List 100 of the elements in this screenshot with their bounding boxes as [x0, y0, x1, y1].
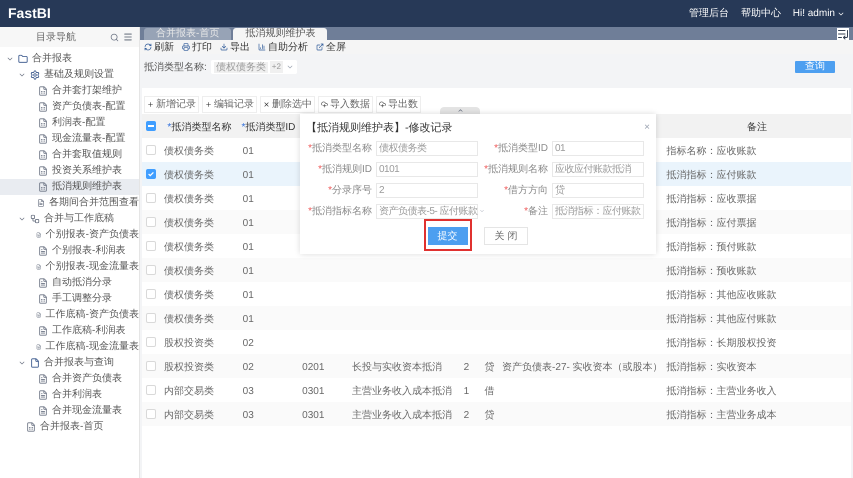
caret-icon[interactable]: [18, 71, 26, 79]
field-label: *抵消指标名称: [307, 204, 372, 218]
tree-item[interactable]: 合并套取值规则: [0, 147, 139, 163]
form-icon: [26, 422, 36, 432]
close-dialog-button[interactable]: 关 闭: [484, 227, 528, 245]
file-icon: [30, 358, 40, 368]
document-icon: [38, 246, 48, 256]
toolbar-button[interactable]: 导出: [220, 40, 250, 54]
checkbox[interactable]: [146, 121, 156, 131]
caret-icon[interactable]: [6, 55, 14, 63]
more-count: +2: [270, 61, 283, 73]
tag: 债权债务类: [214, 62, 268, 72]
search-icon[interactable]: [110, 32, 119, 42]
table-cell: 债权债务类: [164, 242, 214, 253]
document-icon: [38, 278, 48, 288]
tree-item[interactable]: 合并与工作底稿: [0, 211, 139, 227]
refresh-icon: [144, 43, 152, 51]
filter-label: 抵消类型名称:: [144, 60, 207, 74]
table-cell: 主营业务收入成本抵消: [352, 410, 452, 421]
tree-item[interactable]: 个别报表-资产负债表: [0, 227, 139, 243]
table-cell: 0301: [302, 386, 324, 397]
field-label: *抵消规则名称: [483, 162, 548, 176]
tree-item[interactable]: 合并利润表: [0, 387, 139, 403]
table-action-button[interactable]: 删除选中: [260, 96, 315, 112]
table-cell: 债权债务类: [164, 146, 214, 157]
table-cell: 债权债务类: [164, 194, 214, 205]
chevron-icon: [478, 208, 484, 214]
user-menu[interactable]: Hi! admin: [792, 6, 845, 21]
table-action-button[interactable]: 新增记录: [144, 96, 199, 112]
column-header: *抵消类型名称: [167, 122, 232, 133]
tab[interactable]: 抵消规则维护表: [233, 28, 328, 40]
toolbar-button[interactable]: 自助分析: [258, 40, 308, 54]
header-link[interactable]: 管理后台: [688, 6, 729, 21]
table-cell: 债权债务类: [164, 314, 214, 325]
plus-icon: [205, 100, 212, 108]
tree-item[interactable]: 投资关系维护表: [0, 163, 139, 179]
caret-icon: [456, 107, 464, 114]
table-action-button[interactable]: 导出数: [376, 96, 421, 112]
tree-item[interactable]: 利润表-配置: [0, 115, 139, 131]
table-cell: 抵消指标：其他应付账款: [666, 314, 777, 325]
table-action-button[interactable]: 编辑记录: [202, 96, 257, 112]
form-icon: [38, 294, 48, 304]
header-link[interactable]: 帮助中心: [740, 6, 781, 21]
toolbar-button[interactable]: 刷新: [144, 40, 174, 54]
toolbar-button[interactable]: 全屏: [316, 40, 346, 54]
tree-item[interactable]: 各期间合并范围查看: [0, 195, 139, 211]
tree-item[interactable]: 自动抵消分录: [0, 275, 139, 291]
tree-item[interactable]: 合并现金流量表: [0, 403, 139, 419]
table-cell: 抵消指标：预付账款: [666, 242, 757, 253]
tree-item[interactable]: 个别报表-利润表: [0, 243, 139, 259]
field-label: *借方方向: [503, 184, 548, 198]
tree-item[interactable]: 工作底稿-利润表: [0, 323, 139, 339]
table-cell: 抵消指标：预收账款: [666, 266, 757, 277]
caret-icon[interactable]: [18, 215, 26, 223]
tree-item[interactable]: 合并报表: [0, 51, 139, 67]
table-cell: 01: [242, 314, 254, 325]
document-icon: [38, 390, 48, 400]
table-cell: 0301: [302, 410, 324, 421]
download-icon: [220, 43, 228, 51]
document-icon: [38, 374, 48, 384]
table-cell: 指标名称：应收账款: [666, 146, 757, 157]
table-cell: 抵消指标：主营业务收入: [666, 386, 777, 397]
form-icon: [38, 166, 48, 176]
form-icon: [38, 182, 48, 192]
toolbar-button[interactable]: 打印: [182, 40, 212, 54]
tree-item[interactable]: 抵消规则维护表: [0, 179, 139, 195]
tree-item[interactable]: 个别报表-现金流量表: [0, 259, 139, 275]
column-header: *抵消类型ID: [241, 122, 296, 133]
table-cell: 内部交易类: [164, 386, 214, 397]
caret-icon[interactable]: [18, 359, 26, 367]
tree-item[interactable]: 合并套打架维护: [0, 83, 139, 99]
tree-item[interactable]: 合并资产负债表: [0, 371, 139, 387]
tree-item[interactable]: 资产负债表-配置: [0, 99, 139, 115]
form-icon: [38, 118, 48, 128]
table-cell: 01: [242, 194, 254, 205]
tree-item[interactable]: 合并报表与查询: [0, 355, 139, 371]
table-cell: 贷: [484, 362, 494, 373]
table-cell: 股权投资类: [164, 338, 214, 349]
table-cell: 01: [242, 242, 254, 253]
cloud-icon: [321, 100, 328, 108]
tree-item[interactable]: 手工调整分录: [0, 291, 139, 307]
tree-item[interactable]: 基础及规则设置: [0, 67, 139, 83]
menu-icon[interactable]: [123, 32, 133, 42]
tree-item[interactable]: 合并报表-首页: [0, 419, 139, 435]
tree-item[interactable]: 工作底稿-现金流量表: [0, 339, 139, 355]
table-cell: 借: [484, 386, 494, 397]
checkbox[interactable]: [146, 169, 156, 179]
column-header: 备注: [746, 122, 767, 133]
table-action-button[interactable]: 导入数据: [318, 96, 373, 112]
collapse-handle[interactable]: [440, 107, 480, 114]
tree-item[interactable]: 现金流量表-配置: [0, 131, 139, 147]
document-icon: [36, 262, 42, 272]
table-cell: 01: [242, 218, 254, 229]
collapse-icon[interactable]: [837, 28, 849, 40]
document-icon: [37, 198, 45, 208]
table-cell: 2: [464, 362, 470, 373]
table-cell: 01: [242, 170, 254, 181]
table-cell: 债权债务类: [164, 290, 214, 301]
tree-item[interactable]: 工作底稿-资产负债表: [0, 307, 139, 323]
form-icon: [38, 86, 48, 96]
